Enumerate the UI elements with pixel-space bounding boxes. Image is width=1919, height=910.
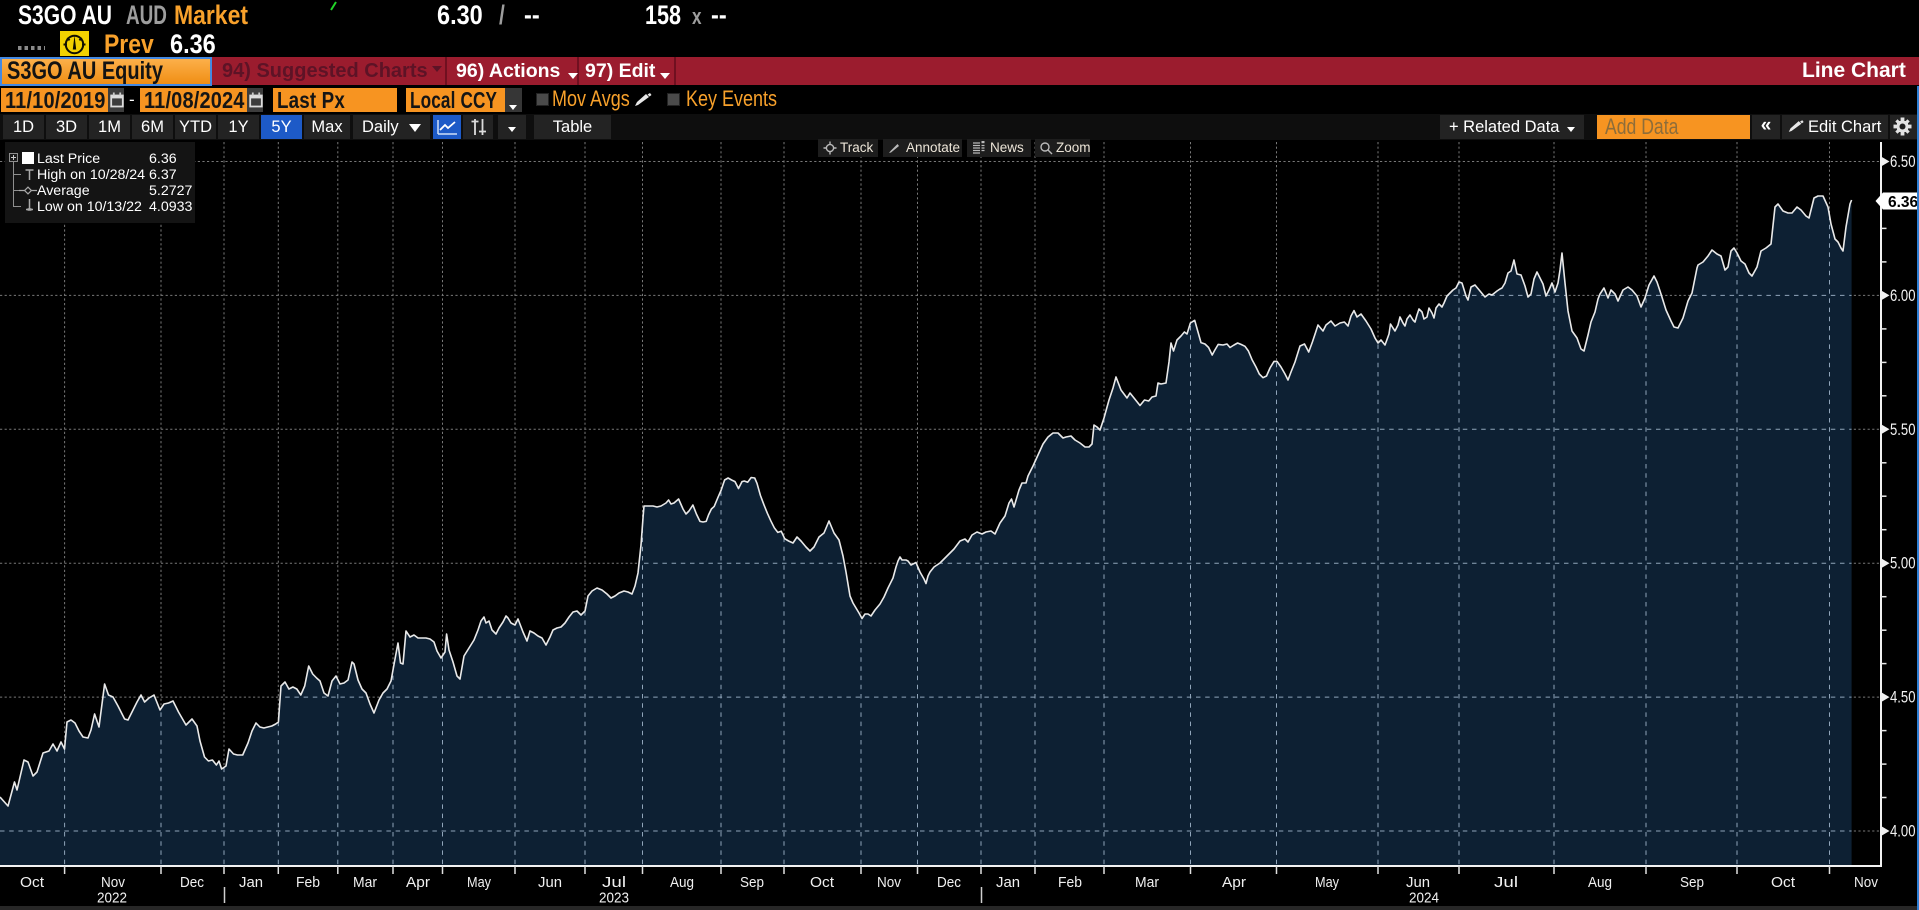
svg-text:6.50: 6.50 xyxy=(1890,153,1916,171)
svg-text:Feb: Feb xyxy=(1058,874,1082,891)
svg-text:Jul: Jul xyxy=(1494,874,1518,891)
svg-text:Apr: Apr xyxy=(406,874,430,891)
svg-text:Dec: Dec xyxy=(180,874,204,891)
svg-text:6.36: 6.36 xyxy=(1888,194,1919,211)
svg-text:Oct: Oct xyxy=(1771,874,1796,891)
svg-text:2023: 2023 xyxy=(599,890,629,907)
svg-text:5.50: 5.50 xyxy=(1890,421,1916,439)
svg-text:Jun: Jun xyxy=(538,874,562,891)
svg-text:Jan: Jan xyxy=(239,874,263,891)
svg-text:Oct: Oct xyxy=(20,874,45,891)
svg-text:Mar: Mar xyxy=(353,874,377,891)
svg-text:Sep: Sep xyxy=(740,874,764,891)
svg-text:Feb: Feb xyxy=(296,874,320,891)
svg-text:Sep: Sep xyxy=(1680,874,1704,891)
svg-text:May: May xyxy=(467,874,491,891)
svg-text:Oct: Oct xyxy=(810,874,835,891)
svg-text:5.00: 5.00 xyxy=(1890,555,1916,573)
svg-text:2022: 2022 xyxy=(97,890,127,907)
svg-text:4.50: 4.50 xyxy=(1890,689,1916,707)
svg-text:2024: 2024 xyxy=(1409,890,1439,907)
svg-text:Nov: Nov xyxy=(877,874,901,891)
svg-text:Apr: Apr xyxy=(1222,874,1246,891)
svg-text:4.00: 4.00 xyxy=(1890,823,1916,841)
svg-text:Jul: Jul xyxy=(602,874,626,891)
svg-text:Jun: Jun xyxy=(1406,874,1430,891)
svg-text:Aug: Aug xyxy=(670,874,694,891)
svg-text:Nov: Nov xyxy=(1854,874,1878,891)
svg-text:Jan: Jan xyxy=(996,874,1020,891)
svg-text:Nov: Nov xyxy=(101,874,125,891)
svg-text:6.00: 6.00 xyxy=(1890,287,1916,305)
svg-text:Mar: Mar xyxy=(1135,874,1159,891)
svg-text:Dec: Dec xyxy=(937,874,961,891)
svg-text:Aug: Aug xyxy=(1588,874,1612,891)
svg-text:May: May xyxy=(1315,874,1339,891)
